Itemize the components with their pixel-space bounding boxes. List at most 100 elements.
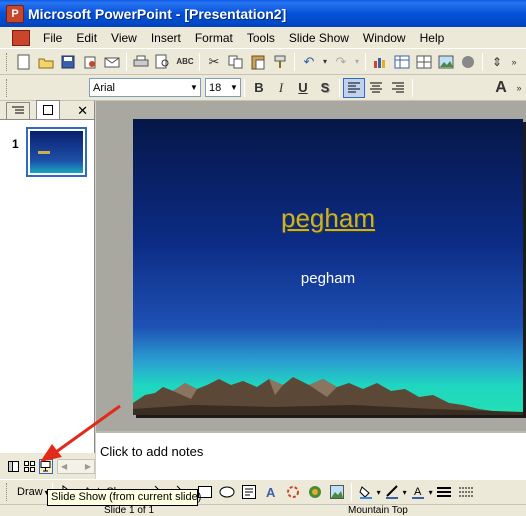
fill-color-icon[interactable] [355,482,377,502]
close-icon[interactable]: ✕ [77,103,88,119]
align-left-icon[interactable] [343,77,365,98]
chevron-down-icon[interactable]: ▼ [228,79,240,96]
slide-thumbnail-preview [30,131,83,173]
new-icon[interactable] [13,52,35,72]
color-grayscale-icon[interactable] [457,52,479,72]
menu-window[interactable]: Window [356,31,413,45]
insert-picture-icon[interactable] [326,482,348,502]
clip-art-icon[interactable] [304,482,326,502]
menu-slide-show[interactable]: Slide Show [282,31,356,45]
menu-insert[interactable]: Insert [144,31,188,45]
permission-icon[interactable] [79,52,101,72]
bold-icon[interactable]: B [248,78,270,98]
menu-edit[interactable]: Edit [69,31,104,45]
underline-icon[interactable]: U [292,78,314,98]
redo-icon[interactable]: ↷ [330,52,352,72]
text-box-icon[interactable] [238,482,260,502]
tab-outline[interactable] [6,102,30,119]
menu-file[interactable]: File [36,31,69,45]
diagram-icon[interactable] [282,482,304,502]
scroll-right-icon[interactable]: ▶ [85,462,91,471]
toolbar-separator [365,52,366,71]
standard-toolbar: ABC ✂ ↶ ▾ ↷ ▾ ⇕ » [0,49,526,75]
menu-view[interactable]: View [104,31,144,45]
toolbar-grip[interactable] [6,483,9,501]
slide-sorter-view-icon[interactable] [22,459,36,474]
horizontal-scrollbar[interactable]: ◀ ▶ [56,458,96,474]
undo-dropdown-icon[interactable]: ▾ [320,52,330,72]
chevron-down-icon[interactable]: ▼ [188,79,200,96]
toolbar-separator [339,78,340,97]
toolbar-options-icon[interactable]: » [512,78,526,98]
increase-font-size-icon[interactable]: A [490,78,512,98]
toolbar-separator [126,52,127,71]
menu-bar: File Edit View Insert Format Tools Slide… [0,27,526,49]
powerpoint-app-icon[interactable]: P [6,4,24,23]
line-color-icon[interactable] [381,482,403,502]
title-bar[interactable]: P Microsoft PowerPoint - [Presentation2] [0,0,526,27]
italic-icon[interactable]: I [270,78,292,98]
toolbar-grip[interactable] [6,78,9,97]
menu-tools[interactable]: Tools [240,31,282,45]
spelling-icon[interactable]: ABC [174,52,196,72]
undo-icon[interactable]: ↶ [298,52,320,72]
print-icon[interactable] [130,52,152,72]
toolbar-separator [412,78,413,97]
format-painter-icon[interactable] [269,52,291,72]
font-name-combo[interactable]: Arial ▼ [89,78,201,97]
toolbar-separator [199,52,200,71]
redo-dropdown-icon[interactable]: ▾ [352,52,362,72]
slide-show-tooltip: Slide Show (from current slide) [47,489,201,506]
paste-icon[interactable] [247,52,269,72]
scroll-left-icon[interactable]: ◀ [61,462,67,471]
menu-format[interactable]: Format [188,31,240,45]
insert-chart-icon[interactable] [369,52,391,72]
formatting-toolbar: Arial ▼ 18 ▼ B I U S A » [0,75,526,101]
document-icon[interactable] [12,29,30,46]
draw-menu-button[interactable]: Draw [17,486,43,498]
expand-icon[interactable]: ⇕ [486,52,508,72]
slide-subtitle[interactable]: pegham [133,270,523,287]
slide-editing-area: pegham pegham [96,101,526,431]
wordart-icon[interactable]: A [260,482,282,502]
notes-pane[interactable]: Click to add notes [96,431,526,479]
slide-thumbnail[interactable] [26,127,87,177]
tab-slides[interactable] [36,100,60,119]
font-size-combo[interactable]: 18 ▼ [205,78,241,97]
toolbar-separator [294,52,295,71]
menu-help[interactable]: Help [413,31,452,45]
open-icon[interactable] [35,52,57,72]
notes-placeholder: Click to add notes [100,444,204,459]
slide-show-icon[interactable] [38,458,53,474]
tables-borders-icon[interactable] [413,52,435,72]
dash-style-icon[interactable] [455,482,477,502]
insert-picture-icon[interactable] [435,52,457,72]
copy-icon[interactable] [225,52,247,72]
toolbar-separator [350,483,352,501]
cut-icon[interactable]: ✂ [203,52,225,72]
line-style-icon[interactable] [433,482,455,502]
shadow-icon[interactable]: S [314,78,336,98]
email-icon[interactable] [101,52,123,72]
status-slide-info: Slide 1 of 1 [104,505,155,516]
normal-view-icon[interactable] [6,459,20,474]
font-name-value: Arial [93,81,116,94]
align-center-icon[interactable] [365,78,387,98]
slides-outline-pane: ✕ 1 [0,100,95,453]
print-preview-icon[interactable] [152,52,174,72]
slide-title[interactable]: pegham [133,203,523,234]
thumbnail-title-mark [38,151,50,154]
toolbar-separator [482,52,483,71]
view-buttons: ◀ ▶ [0,453,96,479]
align-right-icon[interactable] [387,78,409,98]
toolbar-options-icon[interactable]: » [508,52,520,72]
insert-table-icon[interactable] [391,52,413,72]
slide-number: 1 [12,137,19,151]
status-design-name: Mountain Top [348,505,408,516]
toolbar-separator [244,78,245,97]
font-color-icon[interactable]: A [407,482,429,502]
slide-canvas[interactable]: pegham pegham [133,119,523,415]
oval-icon[interactable] [216,482,238,502]
save-icon[interactable] [57,52,79,72]
toolbar-grip[interactable] [6,52,9,71]
